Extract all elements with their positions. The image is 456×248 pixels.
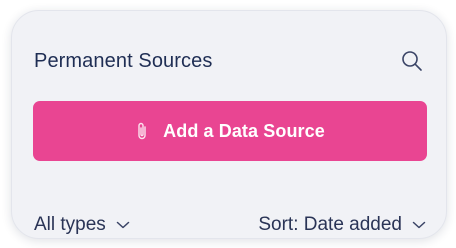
type-filter-label: All types: [34, 214, 106, 235]
type-filter-dropdown[interactable]: All types: [34, 213, 130, 237]
search-icon: [402, 51, 422, 71]
permanent-sources-panel: Permanent Sources Add a Data Source All …: [11, 10, 447, 239]
panel-title: Permanent Sources: [34, 50, 213, 72]
add-data-source-button[interactable]: Add a Data Source: [33, 101, 427, 161]
sort-dropdown[interactable]: Sort: Date added: [258, 213, 426, 237]
sort-label: Sort: Date added: [258, 214, 402, 235]
add-data-source-label: Add a Data Source: [163, 120, 325, 141]
chevron-down-icon: [412, 218, 426, 232]
chevron-down-icon: [116, 218, 130, 232]
paperclip-icon: [135, 121, 149, 141]
search-button[interactable]: [400, 49, 424, 73]
